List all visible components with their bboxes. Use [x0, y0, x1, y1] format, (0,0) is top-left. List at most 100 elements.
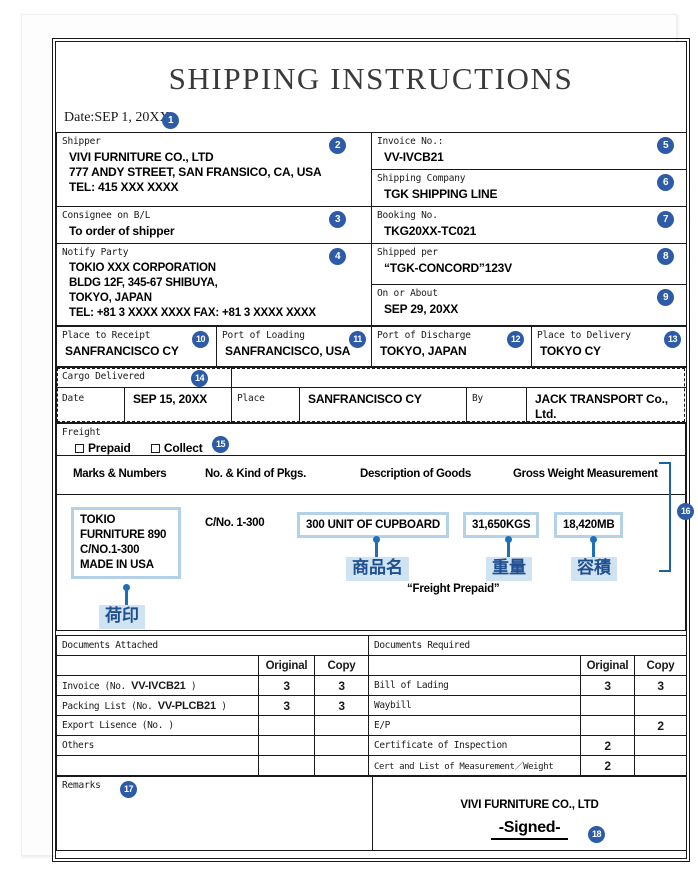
required-original-1 — [580, 695, 635, 716]
badge-16: 16 — [677, 503, 694, 520]
on-or-about-label: On or About — [377, 288, 438, 299]
gross-weight-box: 31,650KGS — [463, 512, 540, 538]
attached-name-bold-1: VV-PLCB21 — [157, 699, 216, 712]
routing-label-3: Place to Delivery — [537, 330, 631, 341]
date-text: Date:SEP 1, 20XX — [64, 110, 170, 125]
attached-name-pre-0: Invoice (No. — [62, 680, 132, 692]
badge-12: 12 — [507, 331, 524, 348]
required-name-2: E/P — [368, 715, 581, 736]
table-row: Export Lisence (No. ) E/P 2 — [56, 715, 687, 736]
weight-connector-line — [507, 539, 510, 559]
checkbox-collect-icon[interactable] — [150, 444, 160, 453]
required-original-4: 2 — [580, 755, 635, 776]
cargo-place-value-cell: SANFRANCISCO CY — [299, 387, 468, 423]
cargo-place-label-cell: Place — [231, 387, 301, 423]
badge-8: 8 — [657, 248, 674, 265]
shipper-label: Shipper — [62, 136, 101, 147]
attached-name-post-0: ) — [185, 680, 197, 692]
badge-6: 6 — [657, 174, 674, 191]
attached-name-1: Packing List (No. VV-PLCB21 ) — [56, 695, 259, 716]
attached-name-3: Others — [56, 735, 259, 756]
cargo-date-label-cell: Date — [56, 387, 125, 423]
attached-original-0: 3 — [258, 675, 315, 696]
invoice-no-value: VV-IVCB21 — [384, 150, 444, 164]
attached-name-4 — [56, 755, 259, 776]
page-title: SHIPPING INSTRUCTIONS — [168, 61, 574, 96]
remarks-cell: Remarks 17 — [56, 776, 373, 851]
badge-9: 9 — [657, 289, 674, 306]
freight-cell: Freight Prepaid Collect 15 — [56, 423, 686, 456]
cargo-header-0: Marks & Numbers — [73, 468, 167, 480]
routing-table: Place to Receipt SANFRANCISCO CY 10 Port… — [56, 326, 687, 367]
signature-company: VIVI FURNITURE CO., LTD — [460, 799, 599, 811]
required-name-0: Bill of Lading — [368, 675, 581, 696]
shipping-company-value: TGK SHIPPING LINE — [384, 187, 498, 201]
booking-no-label: Booking No. — [377, 210, 438, 221]
documents-required-title: Documents Required — [368, 635, 687, 656]
page-frame: SHIPPING INSTRUCTIONS Date:SEP 1, 20XX 1… — [21, 14, 694, 862]
required-name-header — [368, 655, 581, 676]
description-connector-line — [375, 539, 378, 559]
attached-copy-header: Copy — [314, 655, 369, 676]
measurement-box: 18,420MB — [554, 512, 624, 538]
badge-13: 13 — [664, 331, 681, 348]
freight-collect-option[interactable]: Collect — [150, 441, 203, 455]
attached-name-0: Invoice (No. VV-IVCB21 ) — [56, 675, 259, 696]
cargo-delivered-title-cell: Cargo Delivered 14 — [55, 367, 233, 388]
signature-cell: VIVI FURNITURE CO., LTD -Signed- 18 — [372, 776, 687, 851]
badge-15: 15 — [212, 436, 229, 453]
marks-and-numbers-box: TOKIO FURNITURE 890 C/NO.1-300 MADE IN U… — [71, 507, 181, 579]
marks-connector-line — [125, 587, 128, 605]
shipping-instructions-document: SHIPPING INSTRUCTIONS Date:SEP 1, 20XX 1… — [52, 38, 694, 862]
table-row: Others Certificate of Inspection 2 — [56, 735, 687, 756]
attached-name-pre-2: Export Lisence (No. — [62, 720, 164, 731]
cargo-place-label: Place — [237, 393, 265, 404]
consignee-label: Consignee on B/L — [62, 210, 151, 221]
marks-jp-label: 荷印 — [99, 605, 145, 629]
routing-cell-0: Place to Receipt SANFRANCISCO CY 10 — [56, 326, 217, 367]
badge-17: 17 — [120, 781, 137, 798]
freight-option-label-0: Prepaid — [88, 441, 131, 455]
badge-11: 11 — [349, 331, 366, 348]
required-name-4: Cert and List of Measurement／Weight — [368, 755, 581, 776]
documents-header-row: Original Copy Original Copy — [56, 655, 687, 676]
table-row: Invoice (No. VV-IVCB21 ) 3 3 Bill of Lad… — [56, 675, 687, 696]
shipped-per-value: “TGK-CONCORD”123V — [384, 261, 512, 275]
required-copy-2: 2 — [634, 715, 687, 736]
cargo-by-label: By — [472, 393, 484, 404]
required-original-3: 2 — [580, 735, 635, 756]
cargo-section: Marks & Numbers No. & Kind of Pkgs. Desc… — [56, 456, 694, 631]
freight-prepaid-option[interactable]: Prepaid — [75, 441, 134, 455]
shipped-per-cell: Shipped per “TGK-CONCORD”123V 8 — [371, 243, 687, 285]
cargo-place-value: SANFRANCISCO CY — [308, 392, 422, 406]
shipping-company-label: Shipping Company — [377, 173, 466, 184]
documents-title-row: Documents Attached Documents Required — [56, 635, 687, 656]
freight-prepaid-note: “Freight Prepaid” — [407, 583, 500, 595]
attached-original-4 — [258, 755, 315, 776]
checkbox-prepaid-icon[interactable] — [75, 444, 84, 453]
cargo-body-row: TOKIO FURNITURE 890 C/NO.1-300 MADE IN U… — [57, 495, 685, 630]
cargo-by-value-cell: JACK TRANSPORT Co., Ltd. — [526, 387, 688, 423]
gross-weight-jp-label: 重量 — [486, 557, 532, 581]
remarks-label: Remarks — [62, 780, 101, 791]
booking-no-cell: Booking No. TKG20XX-TC021 7 — [371, 206, 687, 244]
attached-name-post-2: ) — [163, 720, 174, 731]
booking-no-value: TKG20XX-TC021 — [384, 224, 477, 238]
required-name-1: Waybill — [368, 695, 581, 716]
freight-table: Freight Prepaid Collect 15 — [56, 423, 686, 456]
cargo-header-1: No. & Kind of Pkgs. — [205, 468, 306, 480]
cargo-by-label-cell: By — [466, 387, 528, 423]
on-or-about-value: SEP 29, 20XX — [384, 302, 459, 316]
cargo-header-3: Gross Weight Measurement — [513, 468, 658, 480]
attached-original-3 — [258, 735, 315, 756]
badge-7: 7 — [657, 211, 674, 228]
attached-copy-0: 3 — [314, 675, 369, 696]
documents-table: Documents Attached Documents Required Or… — [56, 635, 687, 776]
description-jp-label: 商品名 — [346, 557, 409, 581]
parties-booking-table: Shipper VIVI FURNITURE CO., LTD 777 ANDY… — [56, 132, 687, 326]
required-original-header: Original — [580, 655, 635, 676]
signature-signed: -Signed- — [490, 819, 569, 840]
cargo-date-value-cell: SEP 15, 20XX — [123, 387, 233, 423]
footer-table: Remarks 17 VIVI FURNITURE CO., LTD -Sign… — [56, 776, 687, 851]
consignee-value: To order of shipper — [69, 224, 175, 238]
